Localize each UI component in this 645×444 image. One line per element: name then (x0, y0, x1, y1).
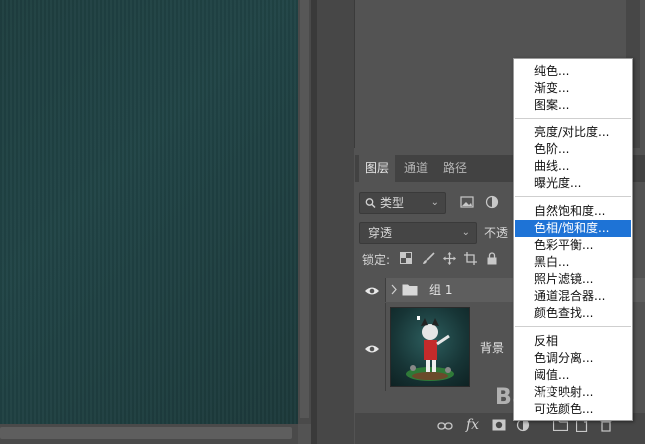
menu-item-color-lookup[interactable]: 颜色查找... (515, 305, 631, 322)
adjustment-layer-menu: 纯色... 渐变... 图案... 亮度/对比度... 色阶... 曲线... … (513, 58, 633, 421)
menu-item-invert[interactable]: 反相 (515, 333, 631, 350)
menu-item-exposure[interactable]: 曝光度... (515, 175, 631, 192)
menu-item-photo-filter[interactable]: 照片滤镜... (515, 271, 631, 288)
tab-paths[interactable]: 路径 (437, 155, 473, 182)
menu-item-black-white[interactable]: 黑白... (515, 254, 631, 271)
menu-item-threshold[interactable]: 阈值... (515, 367, 631, 384)
tab-channels[interactable]: 通道 (398, 155, 434, 182)
crop-lock-icon[interactable] (462, 252, 478, 268)
chevron-down-icon: ⌄ (461, 227, 470, 238)
mask-icon[interactable] (492, 418, 506, 435)
folder-icon[interactable] (552, 419, 569, 434)
canvas-vertical-scroll-thumb[interactable] (300, 0, 309, 418)
folder-icon (402, 283, 418, 299)
menu-item-posterize[interactable]: 色调分离... (515, 350, 631, 367)
fx-icon[interactable]: fx (466, 417, 479, 433)
menu-item-pattern[interactable]: 图案... (515, 97, 631, 114)
layer-name-group[interactable]: 组 1 (429, 282, 452, 298)
menu-item-hue-saturation[interactable]: 色相/饱和度... (515, 220, 631, 237)
layer-filter-value: 类型 (380, 196, 405, 210)
menu-item-brightness-contrast[interactable]: 亮度/对比度... (515, 124, 631, 141)
menu-item-vibrance[interactable]: 自然饱和度... (515, 203, 631, 220)
document-canvas[interactable] (0, 0, 298, 424)
brush-icon[interactable] (420, 252, 436, 268)
layer-thumbnail (390, 307, 470, 387)
search-icon (365, 193, 376, 219)
adjustment-filter-icon[interactable] (484, 195, 500, 211)
watermark-logo: Baidu (495, 385, 571, 410)
eye-icon[interactable] (364, 285, 380, 295)
layer-name-background[interactable]: 背景 (480, 340, 504, 356)
menu-separator (515, 196, 631, 197)
menu-separator (515, 326, 631, 327)
menu-item-solid-color[interactable]: 纯色... (515, 63, 631, 80)
menu-item-color-balance[interactable]: 色彩平衡... (515, 237, 631, 254)
move-icon[interactable] (441, 252, 457, 268)
layer-filter-select[interactable]: 类型 ⌄ (359, 192, 446, 214)
menu-item-curves[interactable]: 曲线... (515, 158, 631, 175)
menu-item-gradient[interactable]: 渐变... (515, 80, 631, 97)
tab-layers[interactable]: 图层 (359, 155, 395, 182)
blend-mode-value: 穿透 (368, 226, 393, 240)
chevron-down-icon: ⌄ (430, 197, 439, 208)
lock-label: 锁定: (362, 253, 391, 267)
link-icon[interactable] (437, 420, 453, 435)
menu-item-channel-mixer[interactable]: 通道混合器... (515, 288, 631, 305)
menu-item-levels[interactable]: 色阶... (515, 141, 631, 158)
eye-icon[interactable] (364, 343, 380, 353)
image-filter-icon[interactable] (459, 195, 475, 211)
opacity-label: 不透 (484, 226, 509, 240)
lock-transparent-icon[interactable] (398, 252, 414, 268)
menu-separator (515, 118, 631, 119)
blend-mode-select[interactable]: 穿透 ⌄ (359, 222, 477, 244)
chevron-right-icon[interactable] (390, 283, 398, 299)
canvas-horizontal-scroll-thumb[interactable] (0, 427, 292, 439)
panel-dock-strip (317, 0, 354, 444)
lock-icon[interactable] (484, 252, 500, 268)
